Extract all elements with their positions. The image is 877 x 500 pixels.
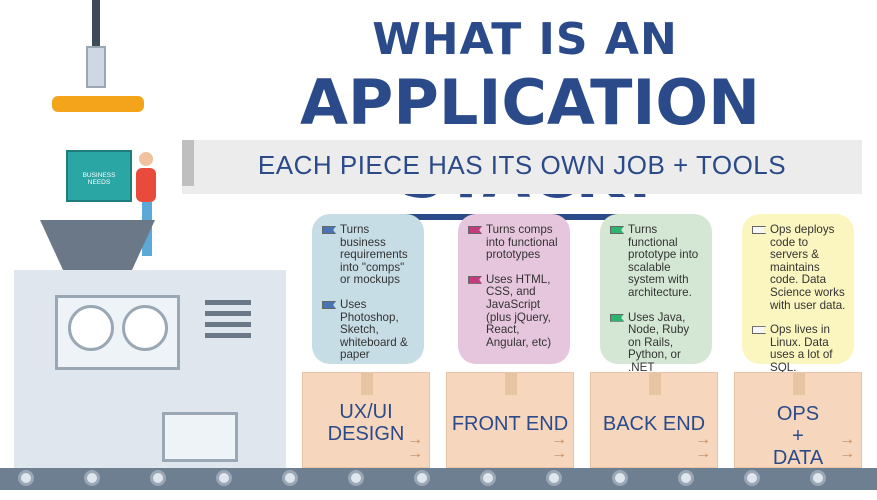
- back-end-item-2-text: Uses Java, Node, Ruby on Rails, Python, …: [628, 310, 690, 374]
- box-tape: [649, 373, 661, 395]
- conveyor-wheel: [84, 470, 100, 486]
- flag-icon: [468, 226, 482, 234]
- gauge-right: [122, 305, 168, 351]
- back-end-item-2: Uses Java, Node, Ruby on Rails, Python, …: [610, 310, 704, 375]
- ux-ui-bubble: Turns business requirements into "comps"…: [312, 214, 424, 364]
- arrows-icon: → →: [839, 431, 855, 462]
- conveyor-wheel: [414, 470, 430, 486]
- hopper: [40, 220, 155, 270]
- front-end-item-2: Uses HTML, CSS, and JavaScript (plus jQu…: [468, 272, 562, 350]
- arrows-icon: → →: [407, 431, 423, 462]
- title-word-application: APPLICATION: [299, 66, 761, 147]
- ops-data-box: OPS + DATA → →: [734, 372, 862, 469]
- gauge-left: [68, 305, 114, 351]
- conveyor-wheel: [612, 470, 628, 486]
- conveyor-wheel: [678, 470, 694, 486]
- machine-arm: [92, 0, 100, 48]
- ops-data-item-2-text: Ops lives in Linux. Data uses a lot of S…: [770, 323, 833, 374]
- ux-ui-item-1-text: Turns business requirements into "comps"…: [340, 223, 408, 287]
- conveyor-wheel: [810, 470, 826, 486]
- flag-icon: [322, 226, 336, 234]
- ops-label: OPS: [776, 403, 820, 425]
- title-line-1: WHAT IS AN: [372, 14, 678, 65]
- conveyor-wheel: [216, 470, 232, 486]
- conveyor-wheel: [744, 470, 760, 486]
- business-needs-text-1: BUSINESS: [82, 172, 116, 179]
- back-end-bubble: Turns functional prototype into scalable…: [600, 214, 712, 374]
- ux-ui-item-2-text: Uses Photoshop, Sketch, whiteboard & pap…: [340, 297, 408, 362]
- front-end-item-1-text: Turns comps into functional prototypes: [486, 223, 558, 262]
- back-end-item-1: Turns functional prototype into scalable…: [610, 223, 704, 300]
- ops-data-bubble: Ops deploys code to servers & maintains …: [742, 214, 854, 374]
- machine-illustration: BUSINESS NEEDS: [0, 0, 300, 500]
- ux-ui-design-box: UX/UI DESIGN → →: [302, 372, 430, 468]
- conveyor-wheel: [546, 470, 562, 486]
- business-needs-text-2: NEEDS: [87, 179, 111, 186]
- machine-claw: [52, 96, 144, 112]
- box-tape: [505, 373, 517, 395]
- machine-vent: [205, 300, 251, 344]
- arrows-icon: → →: [695, 431, 711, 462]
- conveyor-wheel: [282, 470, 298, 486]
- flag-icon: [752, 226, 766, 234]
- conveyor-wheel: [348, 470, 364, 486]
- back-end-box: BACK END → →: [590, 372, 718, 468]
- front-end-bubble: Turns comps into functional prototypes U…: [458, 214, 570, 364]
- conveyor-wheel: [18, 470, 34, 486]
- arrows-icon: → →: [551, 431, 567, 462]
- flag-icon: [752, 326, 766, 335]
- ux-ui-item-2: Uses Photoshop, Sketch, whiteboard & pap…: [322, 297, 416, 362]
- ops-data-item-1-text: Ops deploys code to servers & maintains …: [770, 223, 846, 312]
- flag-icon: [610, 226, 624, 234]
- front-end-item-1: Turns comps into functional prototypes: [468, 223, 562, 262]
- box-tape: [793, 373, 805, 395]
- machine-sliders: [162, 412, 238, 462]
- business-needs-box: BUSINESS NEEDS: [66, 150, 132, 202]
- box-tape: [361, 373, 373, 395]
- ops-data-item-2: Ops lives in Linux. Data uses a lot of S…: [752, 323, 846, 374]
- front-end-box: FRONT END → →: [446, 372, 574, 468]
- ux-ui-item-1: Turns business requirements into "comps"…: [322, 223, 416, 287]
- flag-icon: [610, 313, 624, 322]
- back-end-item-1-text: Turns functional prototype into scalable…: [628, 223, 699, 299]
- flag-icon: [322, 300, 336, 309]
- front-end-item-2-text: Uses HTML, CSS, and JavaScript (plus jQu…: [486, 272, 552, 349]
- ops-data-item-1: Ops deploys code to servers & maintains …: [752, 223, 846, 312]
- flag-icon: [468, 275, 482, 284]
- conveyor-wheel: [150, 470, 166, 486]
- conveyor-wheel: [480, 470, 496, 486]
- machine-arm-joint: [86, 46, 106, 88]
